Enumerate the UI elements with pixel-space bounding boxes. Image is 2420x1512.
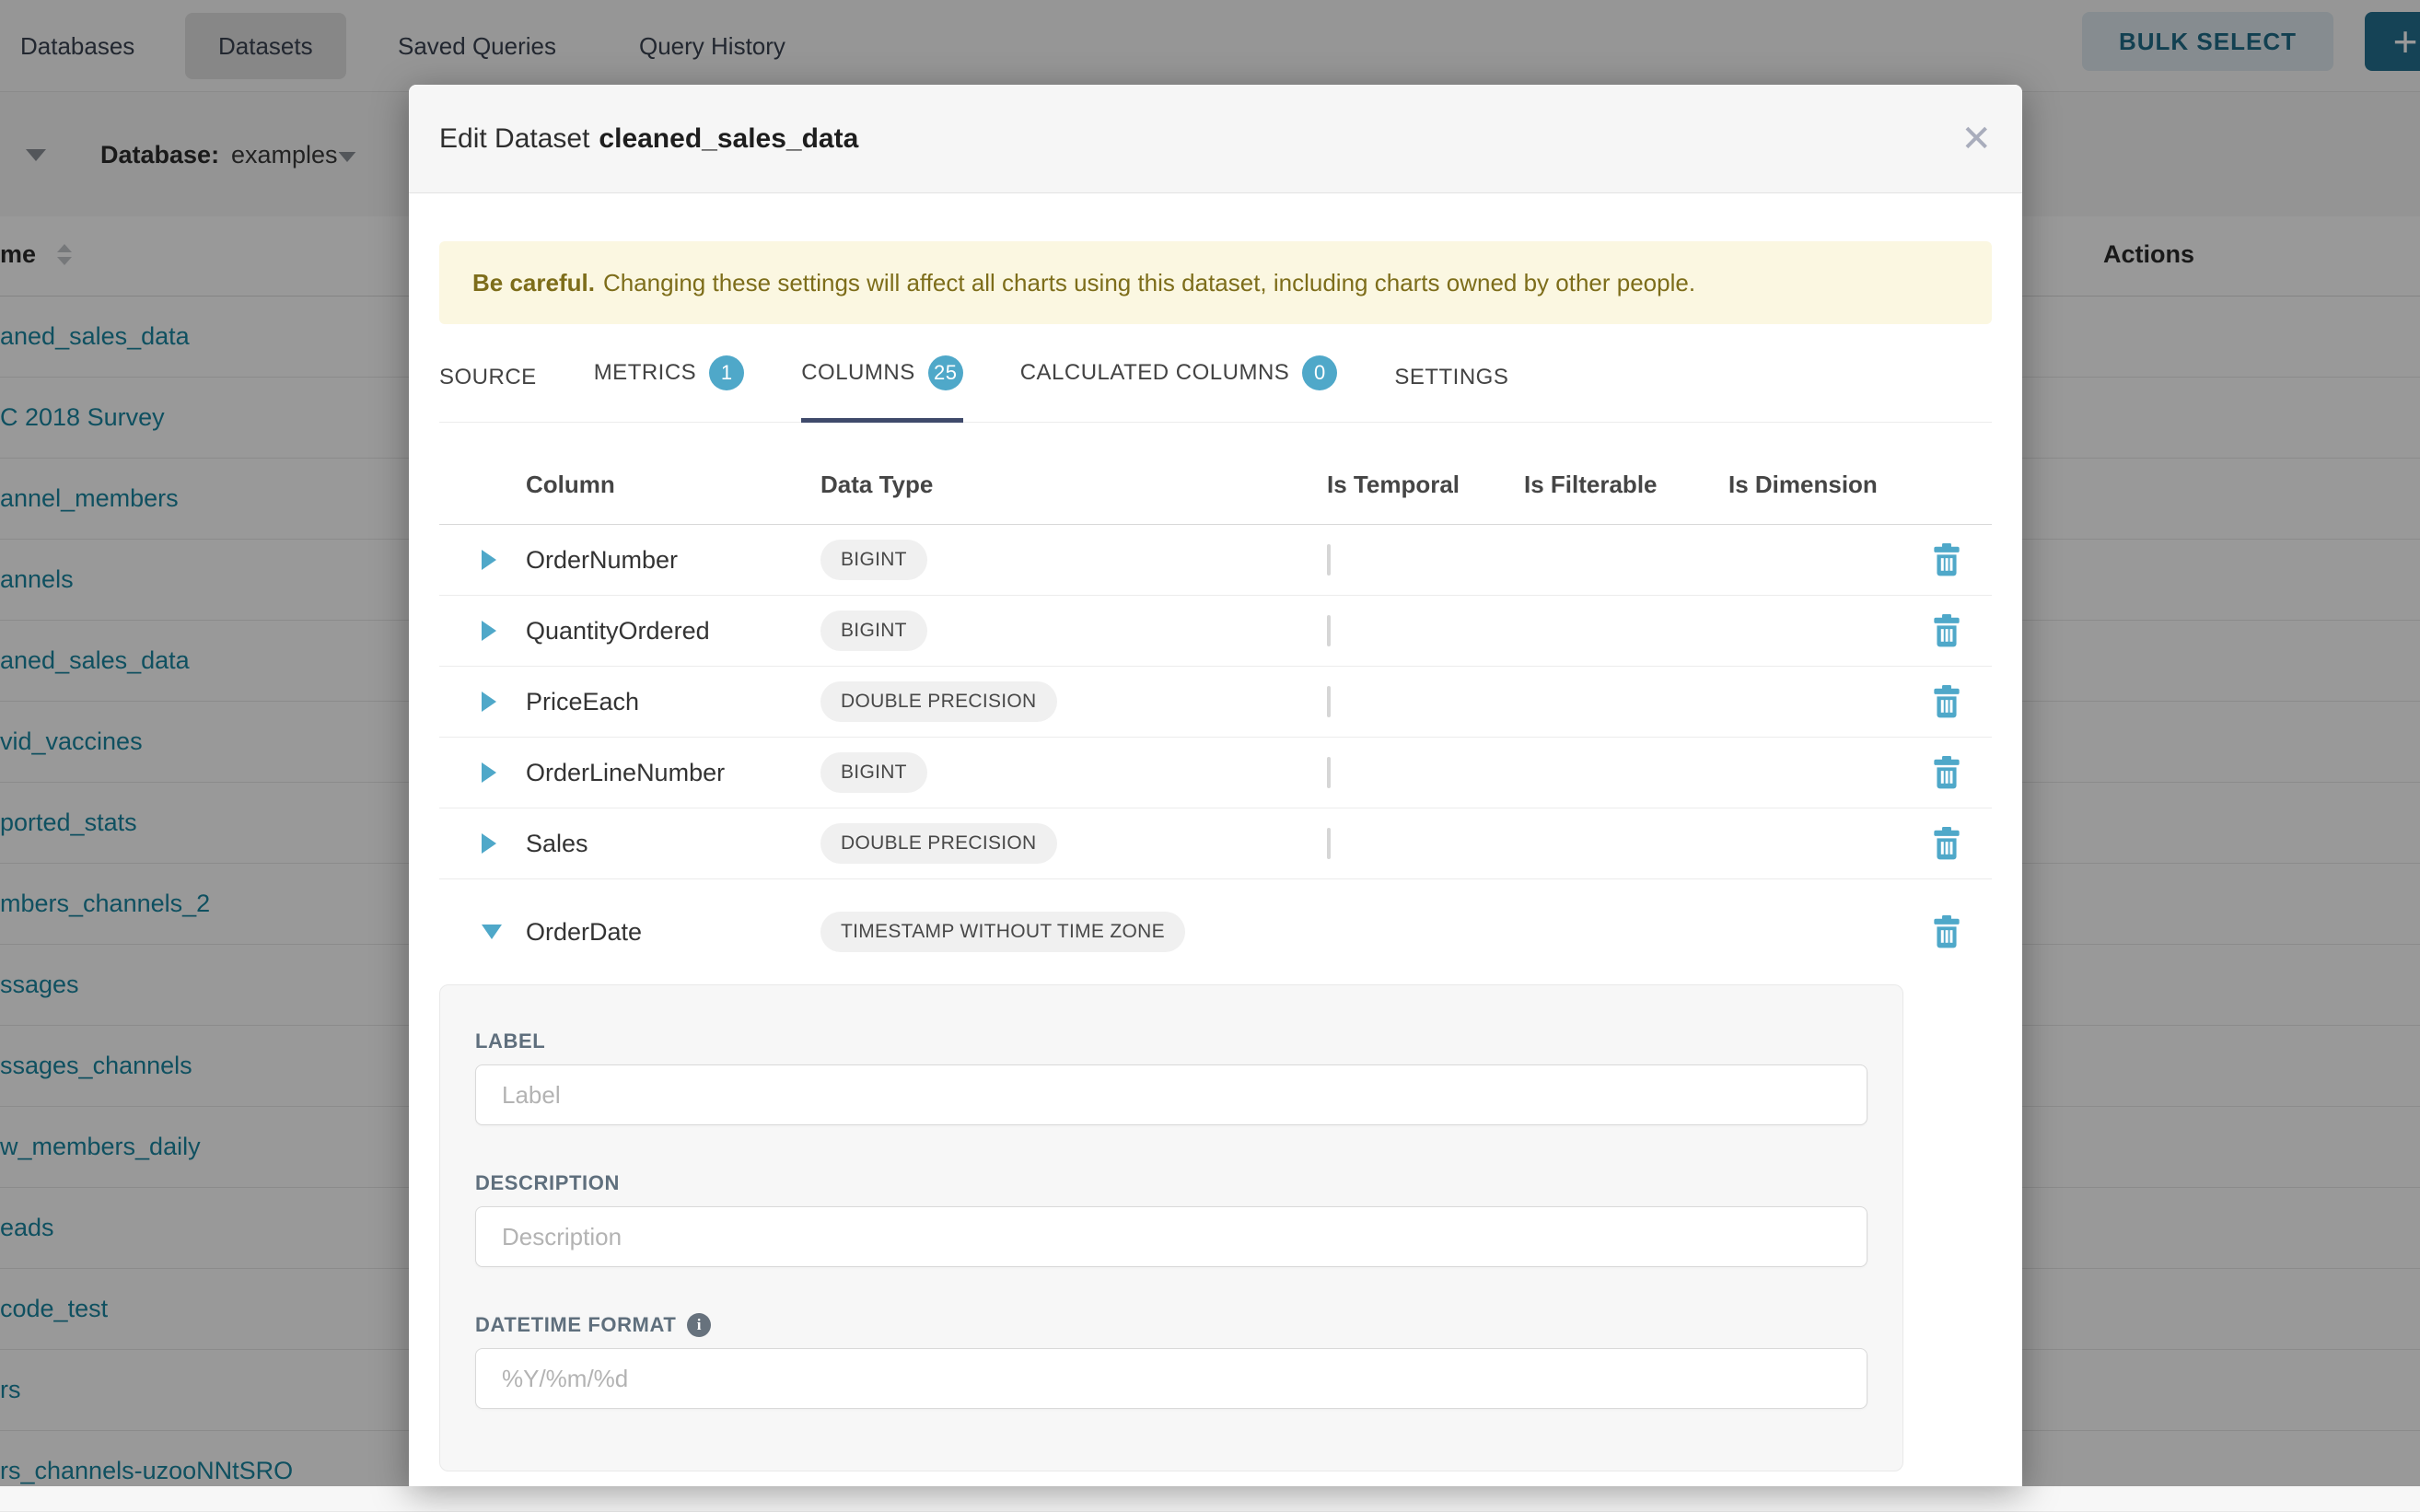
data-type-pill: DOUBLE PRECISION — [820, 823, 1057, 864]
column-name: OrderNumber — [526, 546, 820, 575]
modal-title-prefix: Edit Dataset — [439, 123, 589, 154]
column-row-priceeach: PriceEach DOUBLE PRECISION — [439, 667, 1992, 738]
warning-text: Changing these settings will affect all … — [603, 269, 1695, 297]
is-temporal-header: Is Temporal — [1327, 471, 1524, 499]
column-row-sales: Sales DOUBLE PRECISION — [439, 808, 1992, 879]
column-name: QuantityOrdered — [526, 617, 820, 646]
modal-title: Edit Dataset cleaned_sales_data — [439, 123, 858, 155]
tab-label: SOURCE — [439, 365, 537, 390]
column-row-orderdate: OrderDate TIMESTAMP WITHOUT TIME ZONE — [439, 879, 1992, 984]
data-type-pill: BIGINT — [820, 752, 927, 793]
description-field: DESCRIPTION — [475, 1173, 1867, 1267]
data-type-pill: DOUBLE PRECISION — [820, 681, 1057, 722]
modal-header: Edit Dataset cleaned_sales_data ✕ — [409, 85, 2022, 193]
label-input[interactable] — [475, 1064, 1867, 1125]
tab-source[interactable]: SOURCE — [439, 365, 537, 423]
tab-calculated-columns[interactable]: CALCULATED COLUMNS 0 — [1020, 355, 1338, 423]
columns-table-header: Column Data Type Is Temporal Is Filterab… — [439, 423, 1992, 525]
column-detail-editor: LABEL DESCRIPTION DATETIME FORMAT i — [439, 984, 1903, 1471]
tab-columns[interactable]: COLUMNS 25 — [801, 355, 963, 423]
is-temporal-checkbox[interactable] — [1327, 544, 1331, 576]
modal-body: Be careful. Changing these settings will… — [409, 241, 2022, 1471]
data-type-pill: BIGINT — [820, 611, 927, 651]
tab-metrics[interactable]: METRICS 1 — [594, 355, 745, 423]
collapse-caret-icon[interactable] — [482, 925, 502, 939]
label-field-label: LABEL — [475, 1031, 1867, 1052]
column-row-quantityordered: QuantityOrdered BIGINT — [439, 596, 1992, 667]
column-name: Sales — [526, 830, 820, 858]
expand-caret-icon[interactable] — [482, 833, 496, 854]
close-icon[interactable]: ✕ — [1960, 121, 1992, 157]
data-type-pill: BIGINT — [820, 540, 927, 580]
tab-label: CALCULATED COLUMNS — [1020, 360, 1290, 386]
delete-column-icon[interactable] — [1933, 915, 1960, 948]
expand-caret-icon[interactable] — [482, 550, 496, 570]
tab-label: COLUMNS — [801, 360, 915, 386]
metrics-count-badge: 1 — [709, 355, 744, 390]
description-input[interactable] — [475, 1206, 1867, 1267]
description-field-label: DESCRIPTION — [475, 1173, 1867, 1193]
modal-dataset-name: cleaned_sales_data — [599, 123, 858, 154]
edit-dataset-modal: Edit Dataset cleaned_sales_data ✕ Be care… — [409, 85, 2022, 1486]
delete-column-icon[interactable] — [1933, 543, 1960, 576]
tab-settings[interactable]: SETTINGS — [1394, 365, 1508, 423]
column-name: OrderDate — [526, 918, 820, 947]
is-temporal-checkbox[interactable] — [1327, 757, 1331, 788]
tab-label: SETTINGS — [1394, 365, 1508, 390]
column-name: OrderLineNumber — [526, 759, 820, 787]
is-filterable-header: Is Filterable — [1524, 471, 1728, 499]
column-row-ordernumber: OrderNumber BIGINT — [439, 525, 1992, 596]
column-header: Column — [526, 471, 820, 499]
expand-caret-icon[interactable] — [482, 692, 496, 712]
data-type-pill: TIMESTAMP WITHOUT TIME ZONE — [820, 912, 1185, 952]
delete-column-icon[interactable] — [1933, 827, 1960, 860]
expand-caret-icon[interactable] — [482, 621, 496, 641]
is-temporal-checkbox[interactable] — [1327, 686, 1331, 717]
tab-label: METRICS — [594, 360, 697, 386]
column-name: PriceEach — [526, 688, 820, 716]
columns-count-badge: 25 — [928, 355, 963, 390]
warning-banner: Be careful. Changing these settings will… — [439, 241, 1992, 324]
calculated-columns-count-badge: 0 — [1302, 355, 1337, 390]
expand-caret-icon[interactable] — [482, 762, 496, 783]
datetime-format-input[interactable] — [475, 1348, 1867, 1409]
warning-bold: Be careful. — [472, 269, 595, 297]
column-row-orderlinenumber: OrderLineNumber BIGINT — [439, 738, 1992, 808]
modal-tabs: SOURCE METRICS 1 COLUMNS 25 CALCULATED C… — [439, 324, 1992, 423]
delete-column-icon[interactable] — [1933, 756, 1960, 789]
is-temporal-checkbox[interactable] — [1327, 615, 1331, 646]
info-icon[interactable]: i — [687, 1313, 711, 1337]
datetime-format-field: DATETIME FORMAT i — [475, 1315, 1867, 1409]
label-field: LABEL — [475, 1031, 1867, 1125]
is-temporal-checkbox[interactable] — [1327, 828, 1331, 859]
datetime-format-label: DATETIME FORMAT — [475, 1313, 676, 1337]
delete-column-icon[interactable] — [1933, 685, 1960, 718]
data-type-header: Data Type — [820, 471, 1327, 499]
is-dimension-header: Is Dimension — [1728, 471, 1933, 499]
delete-column-icon[interactable] — [1933, 614, 1960, 647]
